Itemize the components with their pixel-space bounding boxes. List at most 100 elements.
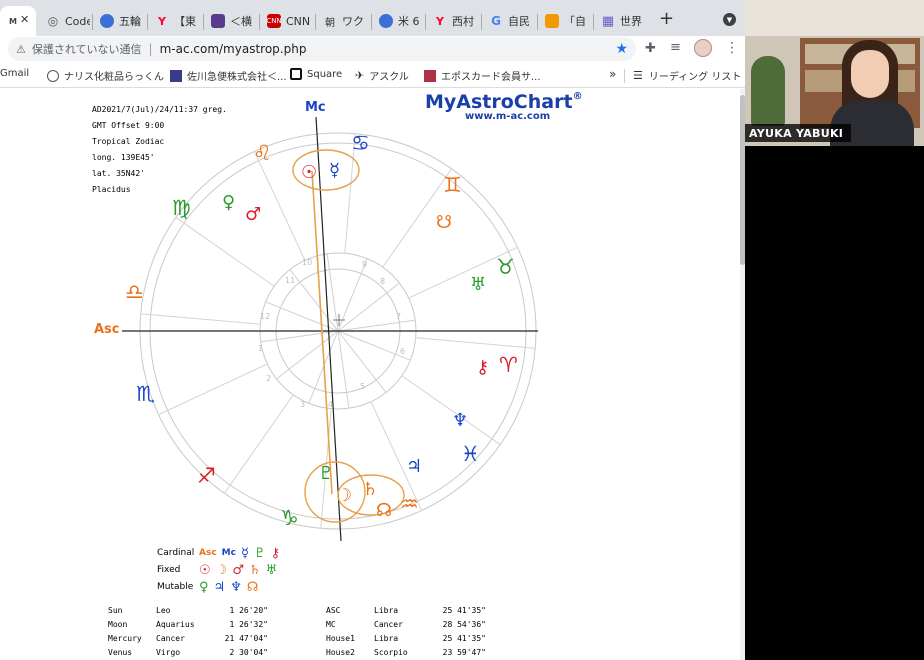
zodiac-sign-glyph: ♋ xyxy=(351,131,370,155)
zodiac-sign-glyph: ♓ xyxy=(461,442,480,466)
legend-glyph: ♇ xyxy=(253,546,266,561)
positions-table-left: Sun Leo 1 26'20" Moon Aquarius 1 26'32" Mercur… xyxy=(108,604,268,660)
positions-right-rows: ASC Libra 25 41'35" MC Cancer 28 54'36" House1… xyxy=(326,604,486,660)
url-text: m-ac.com/myastrop.php xyxy=(159,42,307,56)
bookmark-sagawa[interactable]: 佐川急便株式会社＜... xyxy=(170,68,287,83)
house-number: 11 xyxy=(285,276,295,285)
legend-row: Mutable ♀ ♃ ♆ ☊ xyxy=(157,579,285,596)
tab-title: 【東 xyxy=(174,15,196,28)
house-number: 5 xyxy=(360,382,365,391)
house-number: 12 xyxy=(260,312,270,321)
browser-window: M ✕ ◎ Code 五輪 Y 【東 ＜横 CNN CNN 朝 ワク 米 6 Y… xyxy=(0,0,745,660)
position-sign: Scorpio xyxy=(374,648,408,657)
bookmark-square[interactable]: Square xyxy=(290,68,342,80)
position-row: Mercury Cancer 21 47'04" xyxy=(108,632,268,646)
position-degree: 1 26'20" xyxy=(229,606,268,615)
sagawa-icon xyxy=(170,69,182,82)
tab-code[interactable]: ◎ Code xyxy=(40,6,90,36)
position-row: House1 Libra 25 41'35" xyxy=(326,632,486,646)
position-body: House1 xyxy=(326,634,355,643)
menu-kebab-icon[interactable]: ⋮ xyxy=(725,40,739,56)
legend-glyph: Asc xyxy=(199,548,217,558)
bookmark-naris[interactable]: ナリス化粧品らっくん xyxy=(47,68,164,83)
house-number: 3 xyxy=(300,400,305,409)
reading-list-icon: ☰ xyxy=(633,69,643,82)
position-sign: Cancer xyxy=(156,634,185,643)
position-body: MC xyxy=(326,620,336,629)
position-degree: 28 54'36" xyxy=(442,620,486,629)
bookmark-gmail[interactable]: Gmail xyxy=(0,68,29,79)
position-degree: 25 41'35" xyxy=(442,634,486,643)
planet-glyph: ♀ xyxy=(222,192,235,213)
planet-glyph: ♆ xyxy=(452,410,468,431)
tab-yahoo-1[interactable]: Y 【東 xyxy=(149,6,201,36)
house-number: 9 xyxy=(362,260,367,269)
tab-title: 「自 xyxy=(564,15,586,28)
tab-ldp[interactable]: 「自 xyxy=(539,6,591,36)
zodiac-sign-glyph: ♎ xyxy=(125,280,144,304)
house-number: 7 xyxy=(396,312,401,321)
planet-glyph: ☋ xyxy=(436,212,452,233)
legend-glyph: ♂ xyxy=(232,563,244,578)
bookmarks-more-button[interactable]: » xyxy=(609,67,616,81)
planet-glyph: ☽ xyxy=(336,485,352,506)
tab-yokohama[interactable]: ＜横 xyxy=(205,6,257,36)
planet-glyph: ⚷ xyxy=(476,357,489,378)
house-number: 8 xyxy=(380,277,385,286)
tab-olympics[interactable]: 五輪 xyxy=(94,6,144,36)
page-scrollbar[interactable] xyxy=(740,89,745,660)
planet-glyph: ♇ xyxy=(318,463,334,484)
tab-active[interactable]: M xyxy=(0,6,36,36)
plant xyxy=(751,56,785,126)
tab-us[interactable]: 米 6 xyxy=(373,6,423,36)
tab-title: 西村 xyxy=(452,15,474,28)
horoscope-wheel: 101112123 456789♌ ♋♊♉♈♓♒♑♐♏♎♍☉ ☿♀♂ ☋♅⚷♆♃♇☽ ♄☊ xyxy=(122,116,538,542)
house-number: 10 xyxy=(302,258,312,267)
position-degree: 1 26'32" xyxy=(229,620,268,629)
tab-title: ＜横 xyxy=(230,15,252,28)
address-divider: | xyxy=(148,42,153,56)
tab-separator xyxy=(315,14,316,30)
tab-title: 自民 xyxy=(508,15,530,28)
tab-search-icon[interactable]: ▼ xyxy=(723,13,736,26)
sign-divider xyxy=(175,217,275,287)
tab-world[interactable]: ▦ 世界 xyxy=(595,6,647,36)
bookmark-askul[interactable]: ✈ アスクル xyxy=(355,68,409,83)
mc-label: Mc xyxy=(305,100,326,115)
reading-list-button[interactable]: ☰ リーディング リスト xyxy=(633,68,741,83)
tab-google[interactable]: G 自民 xyxy=(483,6,535,36)
legend-glyph: ♅ xyxy=(265,563,278,578)
tab-close-icon[interactable]: ✕ xyxy=(20,13,29,26)
position-degree: 21 47'04" xyxy=(224,634,268,643)
square-icon xyxy=(290,68,302,80)
position-row: Moon Aquarius 1 26'32" xyxy=(108,618,268,632)
legend-glyph: ☊ xyxy=(246,580,259,595)
legend-glyph: ☿ xyxy=(240,546,249,561)
planet-glyph: ☊ xyxy=(376,500,392,521)
bookmarks-divider xyxy=(624,69,625,83)
planet-glyph: ☿ xyxy=(329,160,340,181)
tab-favicon xyxy=(379,14,393,28)
extensions-icon[interactable]: ✚ xyxy=(645,41,656,56)
tab-separator xyxy=(425,14,426,30)
tab-cnn[interactable]: CNN CNN xyxy=(261,6,313,36)
position-body: Moon xyxy=(108,620,128,629)
new-tab-button[interactable]: + xyxy=(659,8,674,29)
address-bar[interactable]: ⚠ 保護されていない通信 | m-ac.com/myastrop.php ★ xyxy=(8,37,636,61)
position-sign: Virgo xyxy=(156,648,181,657)
bookmarks-bar: Gmail ナリス化粧品らっくん 佐川急便株式会社＜... Square ✈ ア… xyxy=(0,64,745,88)
zodiac-sign-glyph: ♈ xyxy=(499,353,518,377)
bookmark-star-icon[interactable]: ★ xyxy=(615,41,628,57)
bookmark-label: Square xyxy=(307,68,343,80)
profile-avatar[interactable] xyxy=(694,39,712,57)
tab-yahoo-2[interactable]: Y 西村 xyxy=(427,6,479,36)
legend-glyph: ☉ xyxy=(199,563,211,578)
tab-vaccine[interactable]: 朝 ワク xyxy=(317,6,369,36)
legend-row: Fixed ☉ ☽ ♂ ♄ ♅ xyxy=(157,562,285,579)
person-face xyxy=(851,50,889,98)
position-row: MC Cancer 28 54'36" xyxy=(326,618,486,632)
media-control-icon[interactable]: ≡ xyxy=(670,40,681,55)
legend-glyph: ♃ xyxy=(213,580,226,595)
epos-icon xyxy=(424,69,436,82)
bookmark-epos[interactable]: エポスカード会員サ... xyxy=(424,68,541,83)
